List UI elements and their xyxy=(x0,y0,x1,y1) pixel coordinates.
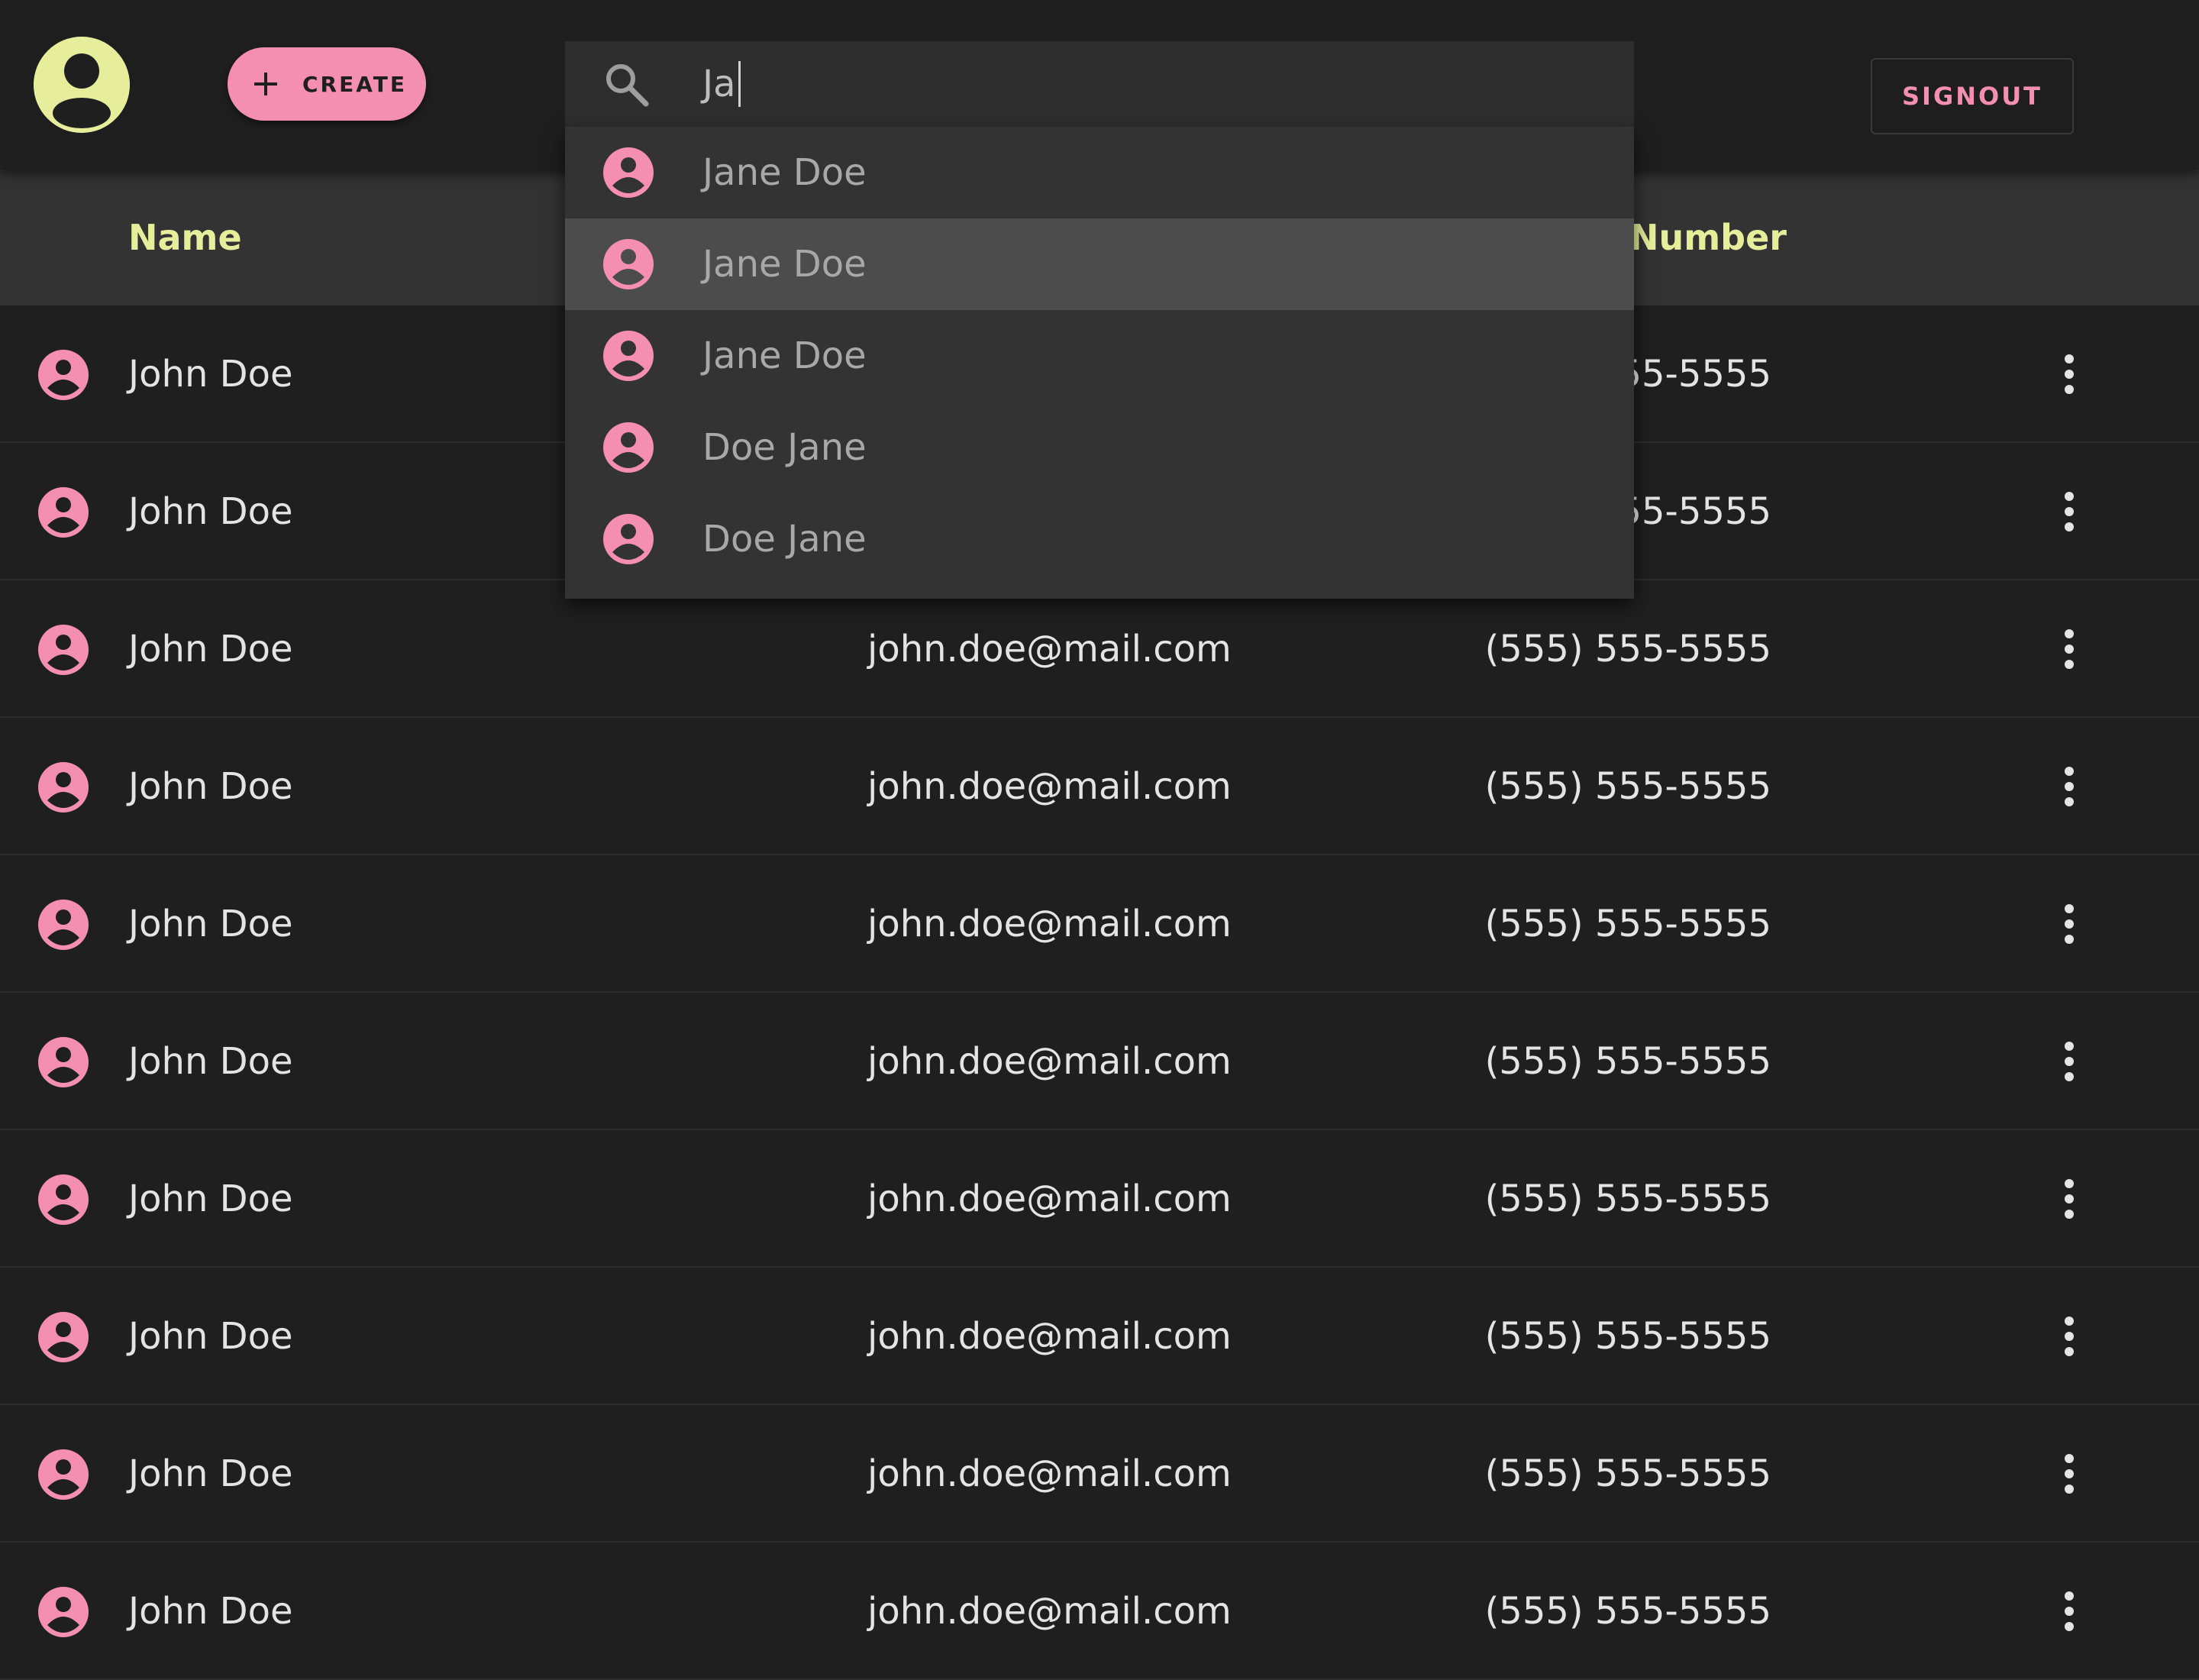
suggestion-item[interactable]: Jane Doe xyxy=(565,127,1634,218)
suggestion-label: Doe Jane xyxy=(702,426,867,469)
account-circle-icon xyxy=(602,146,655,199)
search-query-text: Ja xyxy=(702,63,736,105)
column-header-number[interactable]: Number xyxy=(1629,170,1787,305)
contact-name: John Doe xyxy=(128,1040,293,1083)
more-vert-icon[interactable] xyxy=(2054,1443,2084,1504)
contact-phone: (555) 555-5555 xyxy=(1484,1315,1771,1358)
account-circle-icon xyxy=(602,421,655,474)
account-circle-icon xyxy=(37,761,90,814)
more-vert-icon[interactable] xyxy=(2054,1168,2084,1229)
contact-phone: 55-5555 xyxy=(1618,490,1771,533)
suggestion-item[interactable]: Doe Jane xyxy=(565,493,1634,585)
account-circle-icon xyxy=(602,329,655,383)
contact-phone: (555) 555-5555 xyxy=(1484,1452,1771,1495)
suggestion-item[interactable]: Doe Jane xyxy=(565,402,1634,493)
more-vert-icon[interactable] xyxy=(2054,344,2084,405)
contact-email: john.doe@mail.com xyxy=(867,1452,1232,1495)
suggestion-label: Jane Doe xyxy=(702,243,867,286)
account-circle-icon xyxy=(37,898,90,951)
more-vert-icon[interactable] xyxy=(2054,893,2084,955)
more-vert-icon[interactable] xyxy=(2054,619,2084,680)
table-row[interactable]: John Doe john.doe@mail.com (555) 555-5555 xyxy=(0,1543,2199,1680)
plus-icon xyxy=(254,73,277,95)
table-row[interactable]: John Doe john.doe@mail.com (555) 555-5555 xyxy=(0,993,2199,1130)
create-button[interactable]: CREATE xyxy=(228,47,426,121)
table-row[interactable]: John Doe john.doe@mail.com (555) 555-5555 xyxy=(0,855,2199,993)
account-circle-icon xyxy=(37,348,90,402)
contact-email: john.doe@mail.com xyxy=(867,1178,1232,1220)
contact-name: John Doe xyxy=(128,490,293,533)
contact-name: John Doe xyxy=(128,1178,293,1220)
contact-phone: (555) 555-5555 xyxy=(1484,1040,1771,1083)
more-vert-icon[interactable] xyxy=(2054,481,2084,542)
table-row[interactable]: John Doe john.doe@mail.com (555) 555-5555 xyxy=(0,580,2199,718)
contact-name: John Doe xyxy=(128,765,293,808)
contact-name: John Doe xyxy=(128,1590,293,1633)
account-circle-icon xyxy=(602,237,655,291)
contact-name: John Doe xyxy=(128,1315,293,1358)
contact-name: John Doe xyxy=(128,903,293,945)
signout-button[interactable]: SIGNOUT xyxy=(1871,58,2074,134)
contact-email: john.doe@mail.com xyxy=(867,1315,1232,1358)
more-vert-icon[interactable] xyxy=(2054,1306,2084,1367)
table-row[interactable]: John Doe john.doe@mail.com (555) 555-5555 xyxy=(0,1268,2199,1405)
contact-phone: 55-5555 xyxy=(1618,353,1771,396)
contact-email: john.doe@mail.com xyxy=(867,903,1232,945)
search-input[interactable]: Ja xyxy=(702,41,741,127)
contact-phone: (555) 555-5555 xyxy=(1484,903,1771,945)
contact-name: John Doe xyxy=(128,353,293,396)
suggestion-item[interactable]: Jane Doe xyxy=(565,218,1634,310)
contact-phone: (555) 555-5555 xyxy=(1484,1178,1771,1220)
more-vert-icon[interactable] xyxy=(2054,1031,2084,1092)
account-circle-icon xyxy=(37,486,90,539)
contact-name: John Doe xyxy=(128,628,293,670)
suggestion-label: Jane Doe xyxy=(702,334,867,377)
search-icon xyxy=(602,60,651,108)
contact-email: john.doe@mail.com xyxy=(867,1590,1232,1633)
account-circle-icon xyxy=(37,1448,90,1501)
search-box[interactable]: Ja xyxy=(565,41,1634,127)
table-row[interactable]: John Doe john.doe@mail.com (555) 555-5555 xyxy=(0,1405,2199,1543)
suggestion-label: Doe Jane xyxy=(702,518,867,561)
account-circle-icon xyxy=(37,623,90,677)
account-circle-icon xyxy=(37,1035,90,1089)
text-caret xyxy=(738,61,741,107)
contact-phone: (555) 555-5555 xyxy=(1484,765,1771,808)
contact-email: john.doe@mail.com xyxy=(867,765,1232,808)
contact-email: john.doe@mail.com xyxy=(867,1040,1232,1083)
contact-name: John Doe xyxy=(128,1452,293,1495)
column-header-name[interactable]: Name xyxy=(128,170,242,305)
more-vert-icon[interactable] xyxy=(2054,1581,2084,1642)
more-vert-icon[interactable] xyxy=(2054,756,2084,817)
search-suggestions-dropdown: Jane Doe Jane Doe Jane Doe Doe Jane Doe Jane xyxy=(565,127,1634,599)
suggestion-item[interactable]: Jane Doe xyxy=(565,310,1634,402)
contact-phone: (555) 555-5555 xyxy=(1484,628,1771,670)
account-circle-icon xyxy=(37,1310,90,1364)
suggestion-label: Jane Doe xyxy=(702,151,867,194)
create-button-label: CREATE xyxy=(302,71,407,97)
table-row[interactable]: John Doe john.doe@mail.com (555) 555-5555 xyxy=(0,1130,2199,1268)
table-row[interactable]: John Doe john.doe@mail.com (555) 555-5555 xyxy=(0,718,2199,855)
account-circle-icon[interactable] xyxy=(34,37,130,133)
account-circle-icon xyxy=(37,1585,90,1639)
contact-email: john.doe@mail.com xyxy=(867,628,1232,670)
account-circle-icon xyxy=(602,512,655,566)
account-circle-icon xyxy=(37,1173,90,1226)
contact-phone: (555) 555-5555 xyxy=(1484,1590,1771,1633)
